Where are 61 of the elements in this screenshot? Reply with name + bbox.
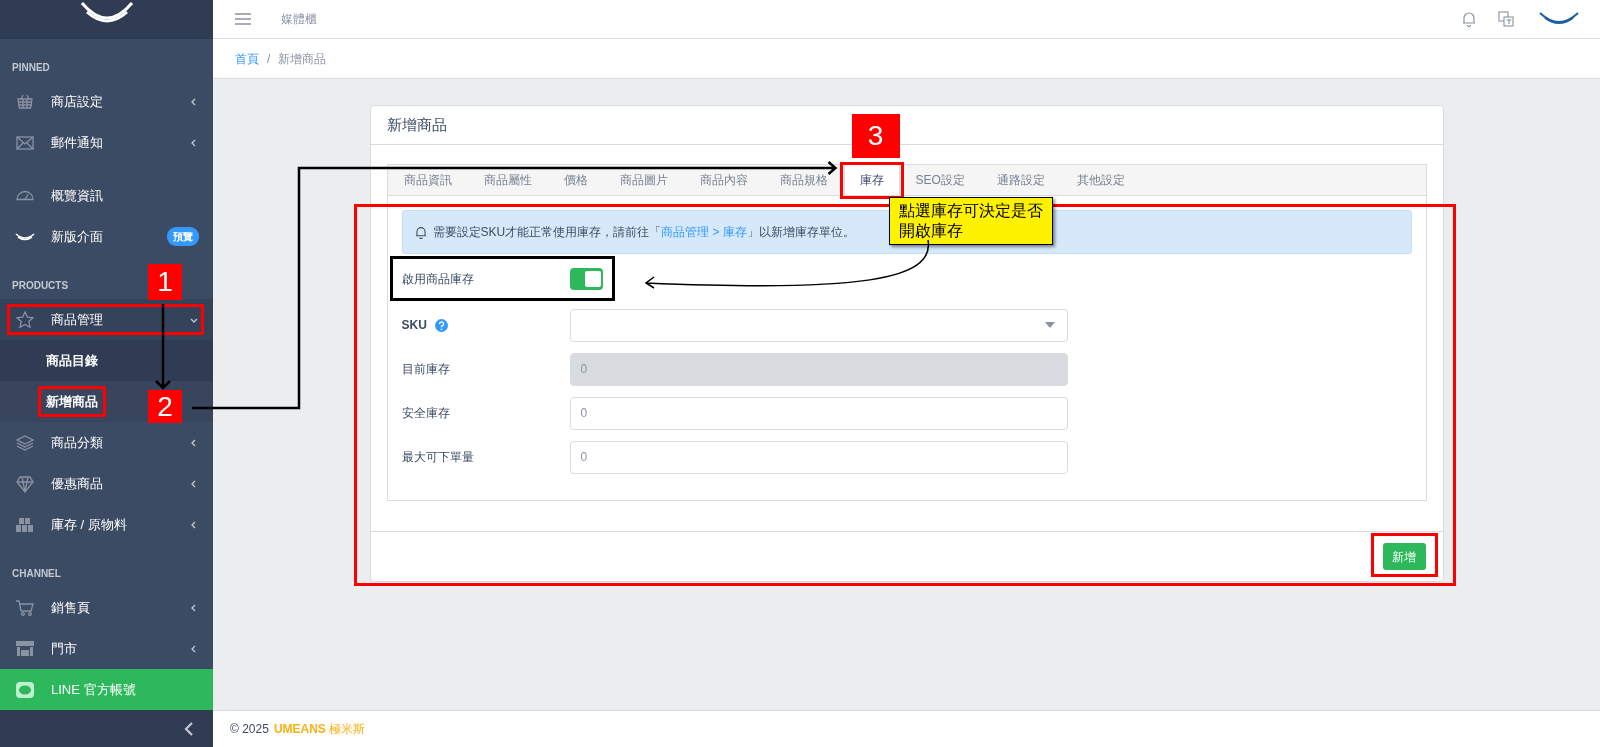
tab[interactable]: 庫存 — [843, 165, 900, 196]
translate-icon[interactable] — [1498, 11, 1514, 27]
section-heading: PRODUCTS — [12, 280, 69, 291]
sidebar-item[interactable]: LINE 官方帳號 — [0, 669, 213, 710]
sidebar-item[interactable]: 門市 — [0, 628, 213, 669]
collapse-icon[interactable] — [183, 720, 195, 737]
step-number: 2 — [148, 390, 182, 423]
cart-icon — [15, 597, 35, 618]
alert-text: 需要設定SKU才能正常使用庫存，請前往「商品管理 > 庫存」以新增庫存單位。 — [432, 224, 855, 241]
step-number: 3 — [851, 114, 900, 158]
breadcrumb-link[interactable]: 首頁 — [235, 49, 259, 68]
sidebar-item[interactable]: 商品分類 — [0, 422, 213, 463]
toggle-switch[interactable] — [569, 268, 603, 290]
field-label: 安全庫存 — [401, 405, 450, 422]
section-heading: CHANNEL — [12, 568, 61, 579]
alert-link[interactable]: 商品管理 > 庫存 — [661, 225, 747, 239]
tab[interactable]: 價格 — [547, 165, 604, 196]
sidebar-item[interactable]: 郵件通知 — [0, 122, 213, 163]
field-label: 啟用商品庫存 — [401, 271, 474, 288]
bell-icon[interactable] — [1462, 11, 1476, 27]
tab[interactable]: 商品資訊 — [387, 165, 468, 196]
menu-icon[interactable] — [235, 13, 251, 25]
sidebar-item[interactable]: 新版介面 預覽 — [0, 216, 213, 257]
tab[interactable]: 商品圖片 — [603, 165, 684, 196]
tab[interactable]: 商品規格 — [763, 165, 844, 196]
step-number: 1 — [148, 264, 182, 300]
bell-icon — [414, 225, 427, 239]
callout-tooltip: 點選庫存可決定是否開啟庫存 — [889, 197, 1053, 245]
sidebar-item[interactable]: 商店設定 — [0, 81, 213, 122]
field-label: 目前庫存 — [401, 361, 450, 378]
chat-icon — [15, 679, 35, 700]
field-label: 最大可下單量 — [401, 449, 474, 466]
star-icon — [15, 309, 35, 330]
input-field[interactable]: 0 — [569, 396, 1068, 430]
tab[interactable]: 通路設定 — [980, 165, 1061, 196]
breadcrumb-current: 新增商品 — [278, 50, 327, 68]
app-title: 媒體櫃 — [281, 11, 318, 28]
help-icon[interactable] — [434, 318, 448, 332]
input-field[interactable]: 0 — [569, 440, 1068, 474]
tab[interactable]: 商品內容 — [683, 165, 764, 196]
sidebar-item[interactable]: 優惠商品 — [0, 463, 213, 504]
logo-icon[interactable] — [1538, 11, 1580, 27]
copyright-text: © 2025 — [230, 721, 269, 738]
diamond-icon — [15, 473, 35, 494]
store-icon — [15, 638, 35, 659]
sidebar-item[interactable]: 銷售頁 — [0, 587, 213, 628]
card-title: 新增商品 — [386, 114, 447, 135]
preview-badge: 預覽 — [167, 227, 199, 246]
tab[interactable]: SEO設定 — [899, 165, 981, 196]
gauge-icon — [15, 190, 35, 201]
submenu-item[interactable]: 商品目錄 — [0, 340, 213, 381]
submit-button[interactable]: 新增 — [1382, 543, 1426, 570]
caret-icon — [1044, 322, 1055, 328]
section-heading: PINNED — [12, 62, 50, 73]
tab[interactable]: 商品屬性 — [467, 165, 548, 196]
highlight-box — [38, 385, 106, 418]
sidebar-item[interactable]: 庫存 / 原物料 — [0, 504, 213, 545]
breadcrumb-separator: / — [267, 50, 271, 68]
field-label: SKU — [401, 317, 427, 334]
sidebar-item[interactable]: 概覽資訊 — [0, 175, 213, 216]
tab[interactable]: 其他設定 — [1060, 165, 1141, 196]
